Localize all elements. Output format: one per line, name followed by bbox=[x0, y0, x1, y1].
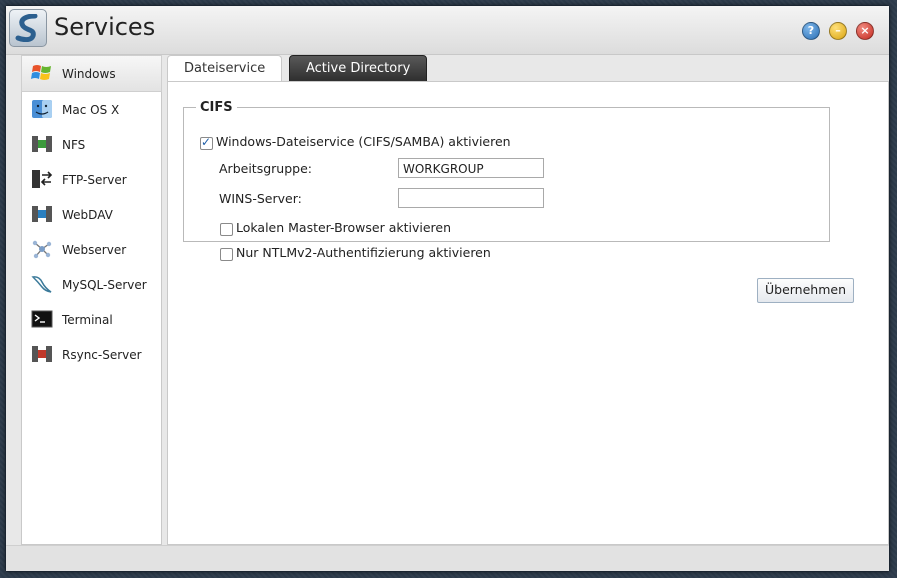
sidebar-item-label: Mac OS X bbox=[62, 103, 120, 117]
windows-logo-icon bbox=[31, 65, 51, 80]
sidebar-item-label: MySQL-Server bbox=[62, 278, 147, 292]
mysql-dolphin-icon bbox=[31, 276, 52, 293]
status-bar bbox=[6, 545, 889, 571]
minimize-icon[interactable]: – bbox=[829, 22, 847, 40]
sidebar-item-label: Webserver bbox=[62, 243, 127, 257]
master-browser-checkbox[interactable] bbox=[220, 223, 233, 236]
webdav-server-icon bbox=[32, 206, 52, 222]
apply-button[interactable]: Übernehmen bbox=[757, 278, 854, 303]
sidebar-item-webdav[interactable]: WebDAV bbox=[22, 197, 161, 232]
tab-active-directory[interactable]: Active Directory bbox=[289, 55, 428, 83]
sidebar-item-ftp-server[interactable]: FTP-Server bbox=[22, 162, 161, 197]
sidebar-item-nfs[interactable]: NFS bbox=[22, 127, 161, 162]
webserver-icon bbox=[32, 240, 52, 259]
cifs-fieldset: CIFS Windows-Dateiservice (CIFS/SAMBA) a… bbox=[183, 100, 830, 261]
wins-server-label: WINS-Server: bbox=[219, 191, 302, 206]
sidebar-item-mac-os-x[interactable]: Mac OS X bbox=[22, 92, 161, 127]
sidebar-item-webserver[interactable]: Webserver bbox=[22, 232, 161, 267]
sidebar-item-label: WebDAV bbox=[62, 208, 113, 222]
title-bar: Services ? – × bbox=[6, 6, 889, 55]
sidebar-item-windows[interactable]: Windows bbox=[21, 55, 162, 92]
nfs-server-icon bbox=[32, 136, 52, 152]
ntlmv2-checkbox[interactable] bbox=[220, 248, 233, 261]
rsync-server-icon bbox=[32, 346, 52, 362]
tab-content-panel: CIFS Windows-Dateiservice (CIFS/SAMBA) a… bbox=[167, 81, 889, 545]
sidebar-item-label: FTP-Server bbox=[62, 173, 127, 187]
sidebar-item-terminal[interactable]: Terminal bbox=[22, 302, 161, 337]
tab-dateiservice[interactable]: Dateiservice bbox=[167, 55, 283, 83]
ftp-server-icon bbox=[32, 170, 53, 188]
sidebar-item-label: Rsync-Server bbox=[62, 348, 142, 362]
help-icon[interactable]: ? bbox=[802, 22, 820, 40]
mac-finder-icon bbox=[32, 100, 52, 118]
terminal-icon bbox=[31, 310, 53, 328]
workgroup-input[interactable]: WORKGROUP bbox=[398, 158, 544, 178]
services-sidebar: Windows Mac OS X NFS FTP-Server WebDAV W… bbox=[21, 55, 162, 545]
enable-cifs-checkbox[interactable] bbox=[200, 135, 213, 150]
sidebar-item-rsync-server[interactable]: Rsync-Server bbox=[22, 337, 161, 372]
ntlmv2-label[interactable]: Nur NTLMv2-Authentifizierung aktivieren bbox=[236, 245, 491, 260]
wins-server-input[interactable] bbox=[398, 188, 544, 208]
master-browser-label[interactable]: Lokalen Master-Browser aktivieren bbox=[236, 220, 451, 235]
services-window: Services ? – × Windows Mac OS X NFS FTP-… bbox=[5, 5, 890, 572]
sidebar-item-label: Windows bbox=[62, 67, 116, 81]
cifs-legend: CIFS bbox=[200, 100, 233, 115]
sidebar-item-mysql-server[interactable]: MySQL-Server bbox=[22, 267, 161, 302]
sidebar-item-label: NFS bbox=[62, 138, 86, 152]
window-title: Services bbox=[54, 13, 156, 41]
sidebar-item-label: Terminal bbox=[62, 313, 113, 327]
enable-cifs-label[interactable]: Windows-Dateiservice (CIFS/SAMBA) aktivi… bbox=[216, 134, 511, 149]
services-app-icon bbox=[9, 9, 47, 47]
workgroup-label: Arbeitsgruppe: bbox=[219, 161, 312, 176]
close-icon[interactable]: × bbox=[856, 22, 874, 40]
